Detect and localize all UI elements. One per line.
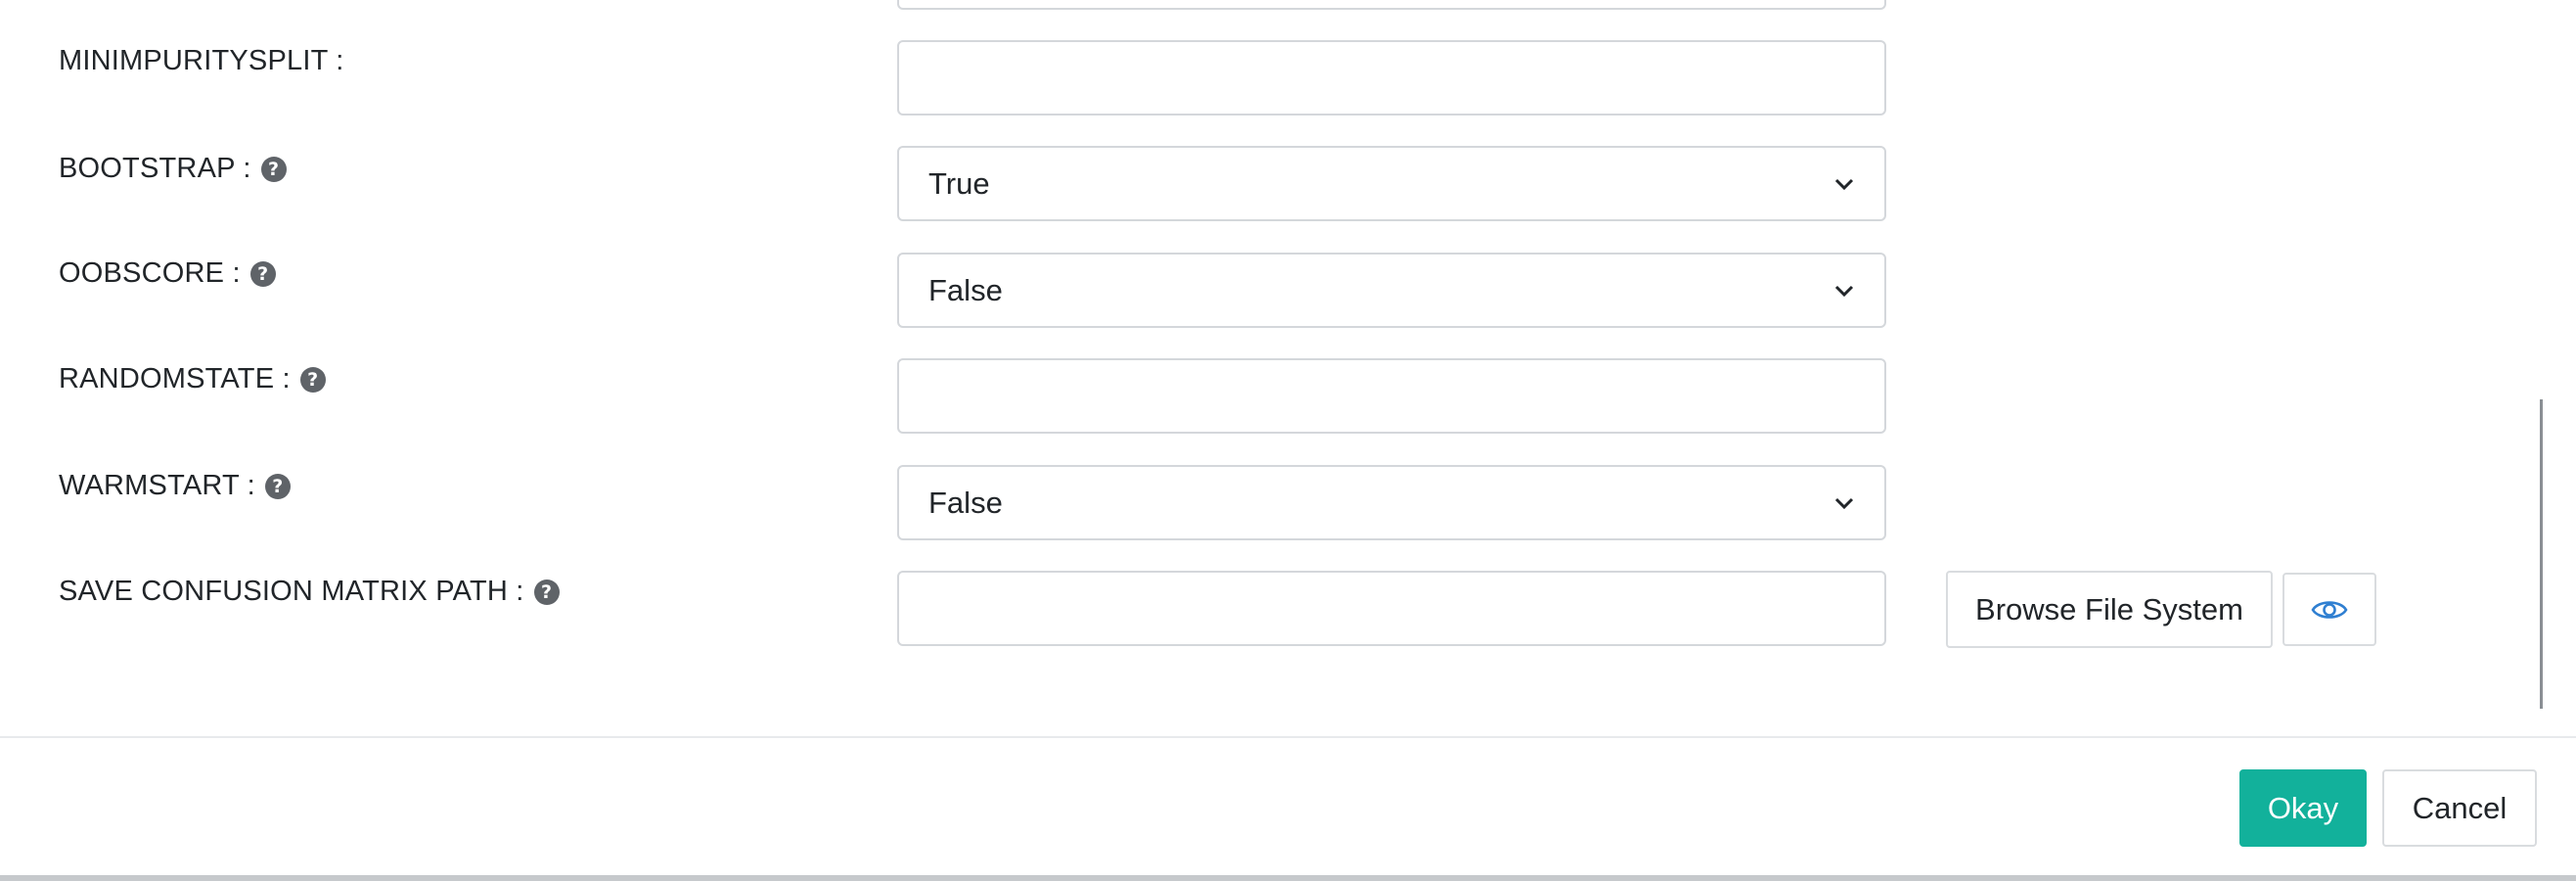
eye-icon <box>2311 600 2348 619</box>
warmstart-selected-value: False <box>928 485 1003 520</box>
oobscore-label: OOBSCORE : ? <box>59 257 276 290</box>
minimpuritysplit-input[interactable] <box>897 40 1886 116</box>
warmstart-label-text: WARMSTART : <box>59 470 255 501</box>
okay-button-label: Okay <box>2267 790 2339 825</box>
browse-file-system-button[interactable]: Browse File System <box>1946 571 2273 648</box>
browse-file-system-label: Browse File System <box>1975 591 2243 626</box>
oobscore-label-text: OOBSCORE : <box>59 257 241 289</box>
bootstrap-selected-value: True <box>928 165 990 201</box>
minimpuritysplit-label: MINIMPURITYSPLIT : <box>59 45 344 77</box>
randomstate-input[interactable] <box>897 358 1886 434</box>
minimpuritysplit-label-text: MINIMPURITYSPLIT : <box>59 45 344 76</box>
question-circle-icon[interactable]: ? <box>264 473 291 499</box>
warmstart-label: WARMSTART : ? <box>59 470 291 502</box>
oobscore-selected-value: False <box>928 272 1003 307</box>
footer-divider <box>0 736 2576 738</box>
warmstart-select[interactable]: False <box>897 465 1886 540</box>
randomstate-label-text: RANDOMSTATE : <box>59 363 291 394</box>
chevron-down-icon <box>1834 178 1854 190</box>
save-confusion-matrix-path-label: SAVE CONFUSION MATRIX PATH : ? <box>59 576 560 608</box>
bootstrap-label-text: BOOTSTRAP : <box>59 153 251 184</box>
previous-field-edge <box>897 0 1886 10</box>
okay-button[interactable]: Okay <box>2239 769 2367 847</box>
dialog-bottom-edge <box>0 875 2576 881</box>
preview-button[interactable] <box>2282 573 2376 646</box>
bootstrap-select[interactable]: True <box>897 146 1886 221</box>
cancel-button[interactable]: Cancel <box>2382 769 2537 847</box>
question-circle-icon[interactable]: ? <box>249 260 276 287</box>
chevron-down-icon <box>1834 497 1854 509</box>
question-circle-icon[interactable]: ? <box>260 156 287 182</box>
bootstrap-label: BOOTSTRAP : ? <box>59 153 287 185</box>
question-circle-icon[interactable]: ? <box>299 366 326 393</box>
randomstate-label: RANDOMSTATE : ? <box>59 363 326 395</box>
save-confusion-matrix-path-input[interactable] <box>897 571 1886 646</box>
save-confusion-matrix-path-label-text: SAVE CONFUSION MATRIX PATH : <box>59 576 524 607</box>
question-circle-icon[interactable]: ? <box>533 579 560 605</box>
cancel-button-label: Cancel <box>2412 790 2508 825</box>
scrollbar[interactable] <box>2540 399 2543 709</box>
oobscore-select[interactable]: False <box>897 253 1886 328</box>
chevron-down-icon <box>1834 285 1854 297</box>
